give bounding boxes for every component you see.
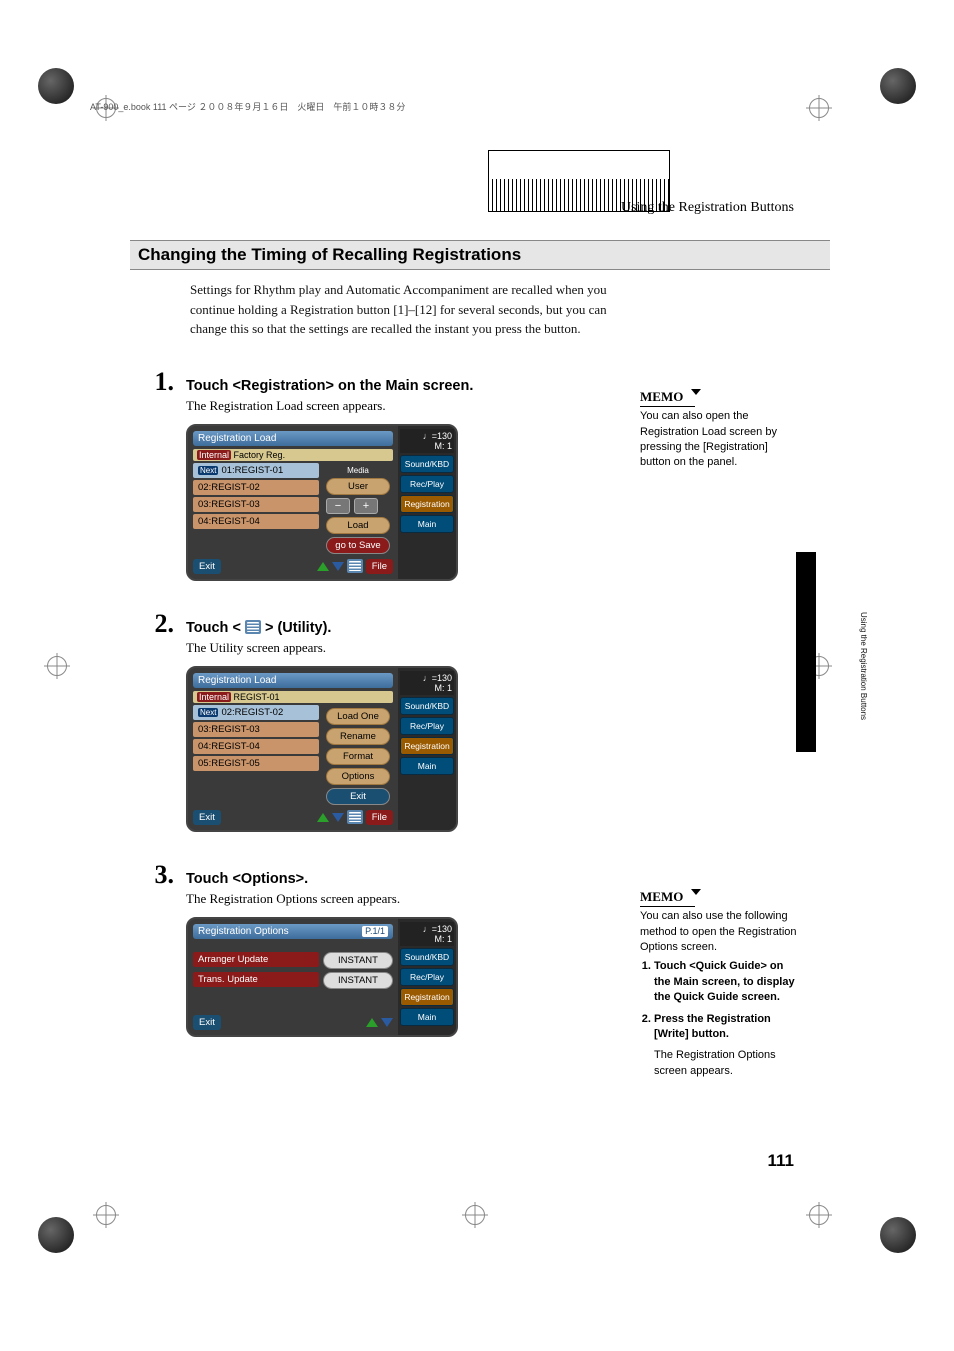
header-strip: AT-900_e.book 111 ページ ２００８年９月１６日 火曜日 午前１… <box>90 100 864 212</box>
ss3-title-row: Registration Options P.1/1 <box>193 924 393 939</box>
media-label: Media <box>326 466 390 475</box>
memo-block-2: MEMO You can also use the following meth… <box>640 888 800 1079</box>
main-tab[interactable]: Main <box>400 515 454 533</box>
memo-2-trail: The Registration Options screen appears. <box>654 1048 800 1079</box>
utility-icon <box>245 620 261 634</box>
file-button[interactable]: File <box>366 810 393 825</box>
page-number: 111 <box>768 1151 795 1171</box>
thumb-tab <box>796 552 816 752</box>
plus-button[interactable]: + <box>354 498 378 514</box>
exit-button[interactable]: Exit <box>193 559 221 574</box>
registration-mark-icon <box>809 1205 829 1225</box>
vertical-section-label: Using the Registration Buttons <box>859 612 868 720</box>
list-item[interactable]: 02:REGIST-02 <box>193 480 319 495</box>
sound-kbd-tab[interactable]: Sound/KBD <box>400 697 454 715</box>
print-mark-br <box>880 1217 916 1253</box>
scroll-up-icon[interactable] <box>317 813 329 822</box>
step-number: 3. <box>130 860 174 890</box>
scroll-down-icon[interactable] <box>332 813 344 822</box>
arranger-update-row[interactable]: Arranger Update <box>193 952 319 967</box>
list-item[interactable]: Next02:REGIST-02 <box>193 705 319 720</box>
scroll-down-icon[interactable] <box>381 1018 393 1027</box>
minus-button[interactable]: − <box>326 498 350 514</box>
memo-icon: MEMO <box>640 388 695 407</box>
arranger-update-value[interactable]: INSTANT <box>323 952 393 969</box>
trans-update-value[interactable]: INSTANT <box>323 972 393 989</box>
format-button[interactable]: Format <box>326 748 390 765</box>
memo-2-item-1: Touch <Quick Guide> on the Main screen, … <box>654 959 800 1005</box>
running-head: Using the Registration Buttons <box>621 200 794 216</box>
scroll-up-icon[interactable] <box>317 562 329 571</box>
exit-button[interactable]: Exit <box>193 810 221 825</box>
list-item[interactable]: 04:REGIST-04 <box>193 739 319 754</box>
step-number: 1. <box>130 367 174 397</box>
step-3-title: Touch <Options>. <box>186 871 830 887</box>
tempo-display: ♩=130M: 1 <box>400 429 454 453</box>
memo-2-item-2: Press the Registration [Write] button. <box>654 1012 800 1043</box>
rec-play-tab[interactable]: Rec/Play <box>400 475 454 493</box>
popup-exit-button[interactable]: Exit <box>326 788 390 805</box>
list-item[interactable]: 03:REGIST-03 <box>193 497 319 512</box>
list-item[interactable]: 03:REGIST-03 <box>193 722 319 737</box>
tempo-display: ♩=130M: 1 <box>400 671 454 695</box>
memo-icon: MEMO <box>640 888 695 907</box>
ss1-title: Registration Load <box>193 431 393 446</box>
list-item[interactable]: 05:REGIST-05 <box>193 756 319 771</box>
main-tab[interactable]: Main <box>400 757 454 775</box>
print-mark-bl <box>38 1217 74 1253</box>
section-title: Changing the Timing of Recalling Registr… <box>130 240 830 270</box>
sound-kbd-tab[interactable]: Sound/KBD <box>400 948 454 966</box>
rename-button[interactable]: Rename <box>326 728 390 745</box>
go-to-save-button[interactable]: go to Save <box>326 537 390 554</box>
ss1-internal-row: Internal Factory Reg. <box>193 449 393 461</box>
ss2-internal-row: Internal REGIST-01 <box>193 691 393 703</box>
sound-kbd-tab[interactable]: Sound/KBD <box>400 455 454 473</box>
memo-1-text: You can also open the Registration Load … <box>640 409 800 471</box>
tempo-display: ♩=130M: 1 <box>400 922 454 946</box>
scroll-up-icon[interactable] <box>366 1018 378 1027</box>
registration-load-screenshot: Registration Load Internal Factory Reg. … <box>186 424 458 581</box>
rec-play-tab[interactable]: Rec/Play <box>400 717 454 735</box>
step-2-title: Touch < > (Utility). <box>186 620 830 636</box>
header-strip-text: AT-900_e.book 111 ページ ２００８年９月１６日 火曜日 午前１… <box>90 102 405 112</box>
ss2-title: Registration Load <box>193 673 393 688</box>
exit-button[interactable]: Exit <box>193 1015 221 1030</box>
utility-screenshot: Registration Load Internal REGIST-01 Nex… <box>186 666 458 832</box>
utility-icon[interactable] <box>347 559 363 573</box>
load-one-button[interactable]: Load One <box>326 708 390 725</box>
load-button[interactable]: Load <box>326 517 390 534</box>
list-item[interactable]: 04:REGIST-04 <box>193 514 319 529</box>
file-button[interactable]: File <box>366 559 393 574</box>
list-item[interactable]: Next01:REGIST-01 <box>193 463 319 478</box>
utility-icon[interactable] <box>347 810 363 824</box>
registration-tab[interactable]: Registration <box>400 495 454 513</box>
registration-mark-icon <box>96 1205 116 1225</box>
step-number: 2. <box>130 609 174 639</box>
user-button[interactable]: User <box>326 478 390 495</box>
page-badge: P.1/1 <box>362 926 388 937</box>
registration-options-screenshot: Registration Options P.1/1 Arranger Upda… <box>186 917 458 1037</box>
registration-tab[interactable]: Registration <box>400 988 454 1006</box>
memo-block-1: MEMO You can also open the Registration … <box>640 388 800 471</box>
step-2-sub: The Utility screen appears. <box>186 640 830 656</box>
main-tab[interactable]: Main <box>400 1008 454 1026</box>
registration-mark-icon <box>47 656 67 676</box>
step-2: 2. Touch < > (Utility). The Utility scre… <box>130 609 830 832</box>
rec-play-tab[interactable]: Rec/Play <box>400 968 454 986</box>
intro-paragraph: Settings for Rhythm play and Automatic A… <box>190 280 620 339</box>
options-button[interactable]: Options <box>326 768 390 785</box>
registration-tab[interactable]: Registration <box>400 737 454 755</box>
trans-update-row[interactable]: Trans. Update <box>193 972 319 987</box>
memo-2-text: You can also use the following method to… <box>640 909 800 955</box>
print-mark-tr <box>880 68 916 104</box>
scroll-down-icon[interactable] <box>332 562 344 571</box>
registration-mark-icon <box>465 1205 485 1225</box>
print-mark-tl <box>38 68 74 104</box>
